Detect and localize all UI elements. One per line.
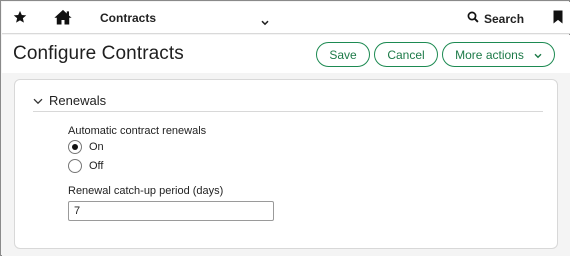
search-label: Search [484, 12, 525, 26]
radio-off-label: Off [89, 160, 104, 172]
page-title: Configure Contracts [13, 43, 184, 64]
radio-button-off[interactable] [68, 159, 82, 173]
page-header: Configure Contracts Save Cancel More act… [2, 35, 570, 73]
chevron-down-icon [534, 48, 542, 62]
more-actions-button[interactable]: More actions [442, 42, 555, 67]
module-title[interactable]: Contracts [100, 11, 156, 25]
radio-on[interactable]: On [68, 140, 104, 154]
search-button[interactable]: Search [467, 10, 524, 28]
top-nav-bar: Contracts Search [2, 2, 570, 34]
search-icon [467, 10, 479, 28]
renewals-card: Renewals Automatic contract renewals On … [14, 79, 558, 249]
catchup-period-label: Renewal catch-up period (days) [68, 185, 224, 197]
auto-renewals-label: Automatic contract renewals [68, 125, 207, 137]
chevron-down-icon [33, 92, 43, 110]
save-button[interactable]: Save [316, 42, 370, 67]
radio-off[interactable]: Off [68, 159, 103, 173]
more-actions-label: More actions [455, 47, 524, 62]
chevron-down-icon[interactable] [261, 13, 269, 31]
catchup-days-input[interactable] [68, 201, 274, 221]
cancel-button[interactable]: Cancel [374, 42, 438, 67]
radio-button-on[interactable] [68, 140, 82, 154]
app-frame: Contracts Search Configure Contracts Sav… [0, 0, 570, 256]
star-icon[interactable] [13, 10, 27, 29]
radio-on-label: On [89, 141, 104, 153]
bookmark-icon[interactable] [553, 10, 563, 29]
home-icon[interactable] [54, 9, 72, 30]
renewals-section-toggle[interactable]: Renewals [33, 90, 543, 112]
main-content: Renewals Automatic contract renewals On … [2, 73, 570, 256]
section-title: Renewals [49, 93, 107, 108]
